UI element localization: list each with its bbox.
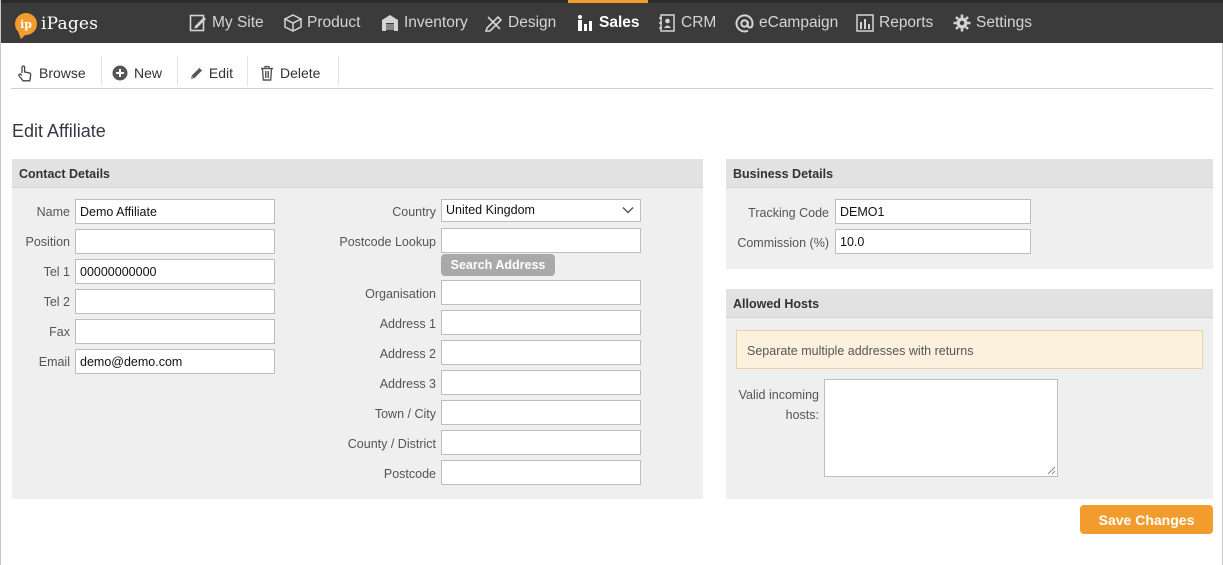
country-select[interactable]: United Kingdom	[441, 199, 641, 222]
address2-field[interactable]	[441, 340, 641, 365]
nav-label: Settings	[976, 14, 1033, 31]
nav-label: Sales	[599, 14, 640, 31]
email-field[interactable]	[75, 349, 275, 374]
my-site-icon	[189, 14, 206, 32]
tel1-field[interactable]	[75, 259, 275, 284]
nav-reports[interactable]: Reports	[856, 3, 933, 43]
nav-label: eCampaign	[759, 14, 839, 31]
save-changes-button[interactable]: Save Changes	[1080, 505, 1213, 534]
address1-label: Address 1	[379, 317, 436, 331]
nav-ecampaign[interactable]: eCampaign	[735, 3, 838, 43]
commission-label: Commission (%)	[737, 236, 829, 250]
search-address-button[interactable]: Search Address	[441, 254, 555, 276]
position-field[interactable]	[75, 229, 275, 254]
design-tools-icon	[485, 15, 503, 32]
top-nav-bar: ip iPages My Site Product Inventory Desi…	[1, 0, 1223, 43]
name-field[interactable]	[75, 199, 275, 224]
app-window: ip iPages My Site Product Inventory Desi…	[0, 0, 1223, 565]
chevron-down-icon	[622, 207, 634, 214]
valid-hosts-label-line2: hosts:	[785, 408, 819, 422]
organisation-field[interactable]	[441, 280, 641, 305]
record-toolbar: Browse New Edit Delete	[11, 56, 339, 88]
browse-button[interactable]: Browse	[11, 56, 102, 86]
name-label: Name	[36, 205, 70, 219]
logo-badge: ip	[15, 13, 37, 35]
town-city-label: Town / City	[374, 407, 436, 421]
warehouse-icon	[382, 15, 398, 31]
edit-button[interactable]: Edit	[178, 56, 248, 86]
county-district-label: County / District	[347, 437, 436, 451]
delete-label: Delete	[280, 65, 321, 81]
fax-field[interactable]	[75, 319, 275, 344]
logo-text: iPages	[41, 14, 99, 34]
bar-chart-icon	[856, 14, 874, 32]
postcode-lookup-field[interactable]	[441, 228, 641, 253]
toolbar-divider	[11, 88, 1213, 89]
product-box-icon	[284, 14, 302, 32]
sales-chart-icon	[578, 15, 592, 31]
tel2-label: Tel 2	[43, 295, 70, 309]
address-book-icon	[659, 14, 675, 32]
nav-crm[interactable]: CRM	[658, 3, 716, 43]
email-label: Email	[38, 355, 70, 369]
valid-hosts-label: Valid incoming hosts:	[726, 385, 819, 425]
county-district-field[interactable]	[441, 430, 641, 455]
nav-settings[interactable]: Settings	[953, 3, 1032, 43]
ipages-logo[interactable]: ip iPages	[15, 9, 98, 39]
nav-sales[interactable]: Sales	[568, 0, 647, 43]
at-sign-icon	[735, 13, 754, 32]
nav-label: Product	[307, 14, 361, 31]
position-label: Position	[25, 235, 70, 249]
postcode-lookup-label: Postcode Lookup	[339, 235, 436, 249]
country-label: Country	[392, 205, 436, 219]
tracking-code-label: Tracking Code	[748, 206, 829, 220]
allowed-hosts-heading: Allowed Hosts	[726, 289, 1213, 318]
town-city-field[interactable]	[441, 400, 641, 425]
new-button[interactable]: New	[102, 56, 178, 86]
commission-field[interactable]	[835, 229, 1031, 254]
nav-my-site[interactable]: My Site	[189, 3, 264, 43]
new-label: New	[134, 65, 163, 81]
nav-label: Design	[508, 14, 557, 31]
tel1-label: Tel 1	[43, 265, 70, 279]
hosts-hint-note: Separate multiple addresses with returns	[736, 330, 1203, 369]
valid-hosts-textarea[interactable]	[824, 379, 1058, 477]
postcode-label: Postcode	[383, 467, 436, 481]
contact-details-heading: Contact Details	[12, 159, 703, 188]
nav-product[interactable]: Product	[284, 3, 360, 43]
edit-label: Edit	[208, 65, 233, 81]
resize-grip-icon[interactable]	[1047, 466, 1056, 475]
address2-label: Address 2	[379, 347, 436, 361]
postcode-field[interactable]	[441, 460, 641, 485]
plus-circle-icon	[112, 65, 128, 81]
nav-label: Inventory	[404, 14, 468, 31]
fax-label: Fax	[49, 325, 70, 339]
organisation-label: Organisation	[365, 287, 436, 301]
valid-hosts-label-line1: Valid incoming	[738, 388, 819, 402]
hand-pointer-icon	[18, 64, 32, 81]
nav-label: Reports	[879, 14, 934, 31]
delete-button[interactable]: Delete	[248, 56, 339, 86]
nav-label: My Site	[212, 14, 264, 31]
address1-field[interactable]	[441, 310, 641, 335]
page-title: Edit Affiliate	[12, 121, 106, 141]
nav-inventory[interactable]: Inventory	[381, 3, 468, 43]
contact-details-panel: Contact Details Name Position Tel 1 Tel …	[12, 159, 703, 499]
address3-label: Address 3	[379, 377, 436, 391]
gear-icon	[953, 14, 971, 32]
country-selected-value: United Kingdom	[446, 203, 535, 217]
allowed-hosts-panel: Allowed Hosts Separate multiple addresse…	[726, 289, 1213, 499]
business-details-heading: Business Details	[726, 159, 1213, 188]
nav-label: CRM	[681, 14, 717, 31]
business-details-panel: Business Details Tracking Code Commissio…	[726, 159, 1213, 269]
browse-label: Browse	[39, 65, 86, 81]
nav-design[interactable]: Design	[485, 3, 556, 43]
trash-icon	[261, 65, 273, 81]
tel2-field[interactable]	[75, 289, 275, 314]
pencil-icon	[190, 67, 203, 79]
tracking-code-field[interactable]	[835, 199, 1031, 224]
address3-field[interactable]	[441, 370, 641, 395]
